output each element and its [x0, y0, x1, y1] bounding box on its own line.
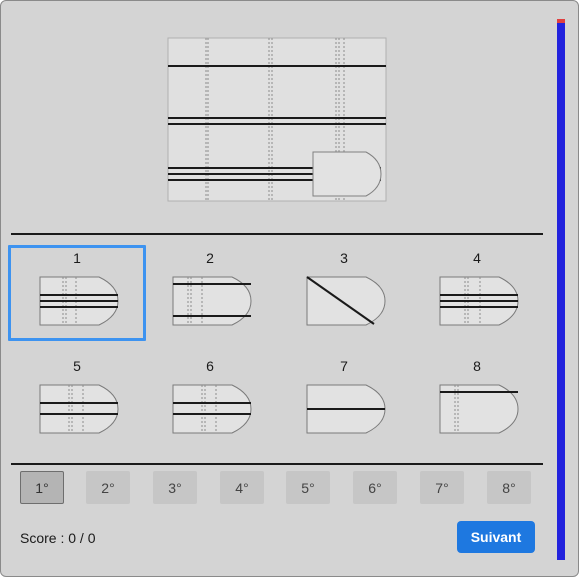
option-piece [39, 276, 119, 326]
next-button[interactable]: Suivant [457, 521, 535, 553]
option-number: 7 [340, 358, 348, 374]
rotation-button-5[interactable]: 5° [286, 471, 330, 504]
option-number: 6 [206, 358, 214, 374]
rotation-button-7[interactable]: 7° [420, 471, 464, 504]
option-number: 5 [73, 358, 81, 374]
top-divider [11, 233, 543, 235]
progress-marker [557, 19, 565, 23]
rotation-button-6[interactable]: 6° [353, 471, 397, 504]
rotation-button-3[interactable]: 3° [153, 471, 197, 504]
option-number: 1 [73, 250, 81, 266]
bottom-divider [11, 463, 543, 465]
rotation-button-4[interactable]: 4° [220, 471, 264, 504]
option-5[interactable]: 5 [8, 353, 146, 449]
option-4[interactable]: 4 [408, 245, 546, 341]
option-7[interactable]: 7 [275, 353, 413, 449]
option-piece [39, 384, 119, 434]
option-number: 2 [206, 250, 214, 266]
option-2[interactable]: 2 [141, 245, 279, 341]
option-number: 4 [473, 250, 481, 266]
rotation-button-8[interactable]: 8° [487, 471, 531, 504]
rotation-button-2[interactable]: 2° [86, 471, 130, 504]
option-piece [439, 384, 519, 434]
score-text: Score : 0 / 0 [20, 530, 96, 546]
reference-figure [167, 37, 387, 202]
option-number: 3 [340, 250, 348, 266]
option-piece [306, 276, 386, 326]
option-1[interactable]: 1 [8, 245, 146, 341]
option-8[interactable]: 8 [408, 353, 546, 449]
progress-bar [557, 19, 565, 560]
rotation-button-1[interactable]: 1° [20, 471, 64, 504]
option-number: 8 [473, 358, 481, 374]
option-piece [306, 384, 386, 434]
option-6[interactable]: 6 [141, 353, 279, 449]
option-piece [172, 384, 252, 434]
puzzle-panel: 1 2 3 4 5 6 7 8 1° 2° 3° 4° 5° 6° 7° 8° … [0, 0, 579, 577]
option-piece [439, 276, 519, 326]
option-piece [172, 276, 252, 326]
option-3[interactable]: 3 [275, 245, 413, 341]
